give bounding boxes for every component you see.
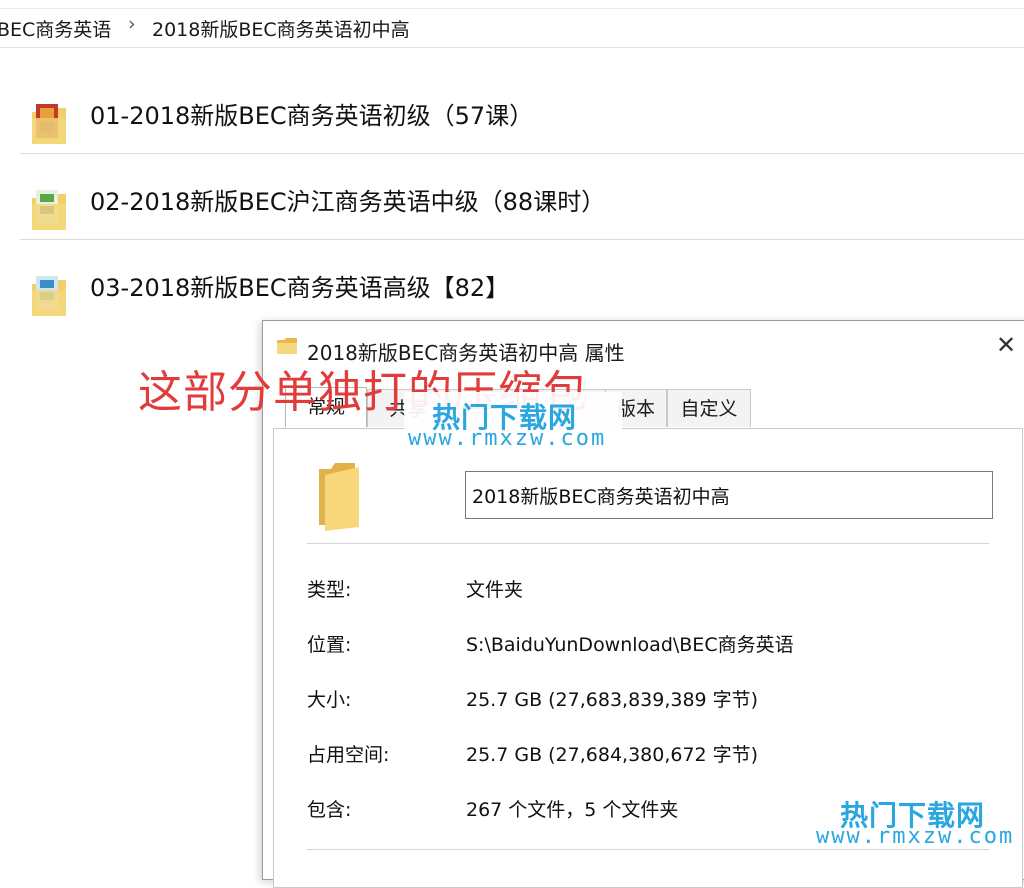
type-label: 类型: <box>307 579 352 601</box>
folder-icon <box>277 338 297 354</box>
folder-thumbnail-icon <box>32 104 66 144</box>
folder-name: 01-2018新版BEC商务英语初级（57课） <box>90 102 534 130</box>
breadcrumb-item-current[interactable]: 2018新版BEC商务英语初中高 <box>152 15 410 42</box>
contains-label: 包含: <box>307 799 352 821</box>
divider <box>307 543 989 544</box>
size-on-disk-label: 占用空间: <box>307 744 390 766</box>
folder-row[interactable]: 01-2018新版BEC商务英语初级（57课） <box>20 68 1024 154</box>
contains-value: 267 个文件，5 个文件夹 <box>466 799 679 821</box>
size-on-disk-value: 25.7 GB (27,684,380,672 字节) <box>466 744 759 766</box>
breadcrumb: BEC商务英语 › 2018新版BEC商务英语初中高 <box>0 0 1024 48</box>
watermark: 热门下载网 www.rmxzw.com <box>404 392 622 454</box>
folder-name-field[interactable] <box>465 471 993 519</box>
location-value: S:\BaiduYunDownload\BEC商务英语 <box>466 634 794 656</box>
type-value: 文件夹 <box>466 579 524 601</box>
folder-row[interactable]: 02-2018新版BEC沪江商务英语中级（88课时） <box>20 154 1024 240</box>
location-label: 位置: <box>307 634 352 656</box>
close-icon[interactable]: ✕ <box>996 333 1016 357</box>
watermark-url: www.rmxzw.com <box>816 824 1015 849</box>
size-label: 大小: <box>307 689 352 711</box>
chevron-right-icon: › <box>128 13 136 35</box>
folder-name: 03-2018新版BEC商务英语高级【82】 <box>90 274 510 302</box>
breadcrumb-item-parent[interactable]: BEC商务英语 <box>0 15 111 42</box>
size-value: 25.7 GB (27,683,839,389 字节) <box>466 689 759 711</box>
folder-icon <box>319 463 359 531</box>
folder-thumbnail-icon <box>32 190 66 230</box>
folder-thumbnail-icon <box>32 276 66 316</box>
watermark-url: www.rmxzw.com <box>408 426 607 451</box>
folder-row[interactable]: 03-2018新版BEC商务英语高级【82】 <box>20 240 1024 326</box>
watermark: 热门下载网 www.rmxzw.com <box>814 792 1024 854</box>
folder-name: 02-2018新版BEC沪江商务英语中级（88课时） <box>90 188 606 216</box>
tab-customize[interactable]: 自定义 <box>667 389 751 427</box>
toolbar-divider <box>0 8 1024 9</box>
